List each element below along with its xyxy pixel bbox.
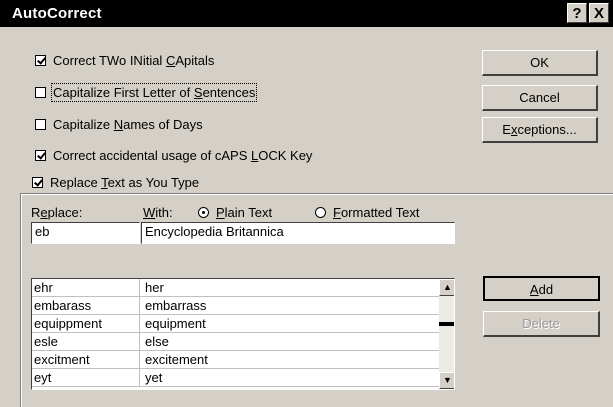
list-item[interactable]: equippment equipment (32, 315, 439, 333)
entry-replace: esle (32, 333, 140, 351)
entry-replace: excitment (32, 351, 140, 369)
replace-input[interactable]: eb (31, 222, 140, 244)
entry-with: yet (145, 370, 163, 385)
replace-label: Replace: (31, 205, 83, 220)
entry-with: else (145, 334, 169, 349)
cancel-button[interactable]: Cancel (482, 85, 598, 111)
delete-button[interactable]: Delete (483, 311, 600, 337)
checkbox-icon[interactable] (35, 55, 46, 66)
help-button[interactable]: ? (567, 3, 587, 23)
checkbox-icon[interactable] (35, 150, 46, 161)
close-button[interactable]: X (589, 3, 609, 23)
radio-plain-text-label: Plain Text (216, 205, 273, 220)
autocorrect-entries-list[interactable]: ehr her embarass embarrass equippment equip… (31, 278, 455, 390)
arrow-down-icon[interactable]: ▼ (439, 372, 454, 389)
ok-button[interactable]: OK (482, 50, 598, 76)
option-capitalize-first-letter[interactable]: Capitalize First Letter of Sentences (35, 83, 258, 102)
entry-with: her (145, 280, 164, 295)
entry-with: excitement (145, 352, 208, 367)
with-label: With: (143, 205, 173, 220)
option-label: Correct accidental usage of cAPS LOCK Ke… (53, 148, 313, 163)
list-item[interactable]: excitment excitement (32, 351, 439, 369)
option-capitalize-names-of-days[interactable]: Capitalize Names of Days (35, 117, 203, 132)
add-button[interactable]: Add (483, 276, 600, 301)
radio-formatted-text-label: Formatted Text (333, 205, 420, 220)
entry-with: equipment (145, 316, 206, 331)
entry-replace: equippment (32, 315, 140, 333)
list-item[interactable]: esle else (32, 333, 439, 351)
list-item[interactable]: embarass embarrass (32, 297, 439, 315)
title-bar: AutoCorrect ? X (0, 0, 613, 27)
option-label: Capitalize First Letter of Sentences (50, 83, 258, 102)
entry-with: embarrass (145, 298, 207, 313)
replace-group-label: Replace Text as You Type (50, 175, 200, 190)
checkbox-icon[interactable] (35, 87, 46, 98)
option-correct-caps-lock[interactable]: Correct accidental usage of cAPS LOCK Ke… (35, 148, 312, 163)
option-label: Capitalize Names of Days (53, 117, 203, 132)
checkbox-icon[interactable] (32, 177, 43, 188)
list-item[interactable]: ehr her (32, 279, 439, 297)
radio-plain-text[interactable]: Plain Text (198, 205, 272, 220)
option-correct-two-initial-capitals[interactable]: Correct TWo INitial CApitals (35, 53, 214, 68)
scrollbar-thumb[interactable] (439, 322, 454, 326)
entry-replace: embarass (32, 297, 140, 315)
radio-icon[interactable] (198, 207, 209, 218)
list-item[interactable]: eyt yet (32, 369, 439, 387)
list-scrollbar[interactable]: ▲ ▼ (439, 279, 454, 389)
entry-replace: ehr (32, 279, 140, 297)
radio-formatted-text[interactable]: Formatted Text (315, 205, 419, 220)
with-input[interactable]: Encyclopedia Britannica (141, 222, 455, 244)
arrow-up-icon[interactable]: ▲ (439, 279, 454, 296)
exceptions-button[interactable]: Exceptions... (482, 117, 598, 143)
replace-text-as-you-type-checkbox[interactable]: Replace Text as You Type (29, 175, 204, 190)
window-title: AutoCorrect (12, 5, 102, 22)
entry-replace: eyt (32, 369, 140, 387)
checkbox-icon[interactable] (35, 119, 46, 130)
option-label: Correct TWo INitial CApitals (53, 53, 215, 68)
radio-icon[interactable] (315, 207, 326, 218)
